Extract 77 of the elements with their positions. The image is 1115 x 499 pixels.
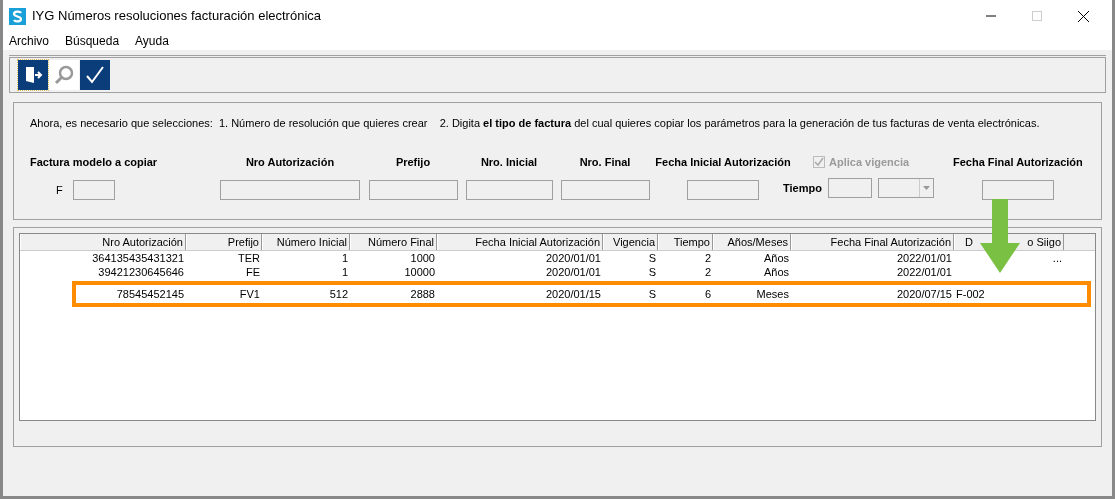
table-cell: 1 [341, 265, 348, 278]
window-title: IYG Números resoluciones facturación electrónica [32, 7, 322, 26]
table-cell: 1 [341, 251, 348, 264]
table-cell: 2020/01/01 [545, 265, 601, 278]
field-label: Nro. Final [579, 154, 631, 170]
checkbox-label: Aplica vigencia [829, 154, 910, 170]
column-header[interactable]: Fecha Final Autorización [791, 234, 954, 250]
table-cell: 2022/01/01 [896, 251, 952, 264]
field-label: Fecha Final Autorización [953, 154, 1083, 170]
input-field[interactable] [560, 180, 650, 200]
column-header[interactable]: Nro Autorización [20, 234, 186, 250]
table-cell: FE [245, 265, 260, 278]
caret-icon [922, 186, 930, 190]
header-text: D [965, 234, 973, 250]
column-header[interactable]: Número Final [350, 234, 437, 250]
table-cell: 512 [329, 287, 348, 300]
table-cell: S [648, 287, 656, 300]
column-header[interactable]: Prefijo [186, 234, 262, 250]
column-header[interactable]: Tiempo [658, 234, 713, 250]
checkmark-icon [84, 64, 106, 86]
instructions-text: Ahora, es necesario que selecciones: 1. Número de resolución que quieres crear 2. Digita el tipo de factura del cual quieres copiar los parámetros para la generación de tus facturas de venta electrónicas. [30, 116, 1041, 131]
table-cell: Años [763, 265, 789, 278]
field-label: F [56, 182, 63, 198]
table-cell: 2888 [410, 287, 435, 300]
table-cell: 1000 [410, 251, 435, 264]
input-field[interactable] [465, 180, 553, 200]
table-cell: 10000 [404, 265, 435, 278]
header-text: o Siigo [1027, 234, 1061, 250]
table-cell: 2 [704, 265, 711, 278]
input-field[interactable] [72, 180, 115, 200]
menu-item[interactable]: Búsqueda [65, 32, 120, 50]
field-label: Nro Autorización [245, 154, 335, 170]
field-label: Fecha Inicial Autorización [655, 154, 791, 170]
table-row[interactable]: 39421230645646 FE 1 10000 2020/01/01 S 2 Años 2022/01/01 [20, 265, 1095, 279]
close-icon [1077, 10, 1089, 22]
dropdown[interactable] [877, 178, 934, 198]
column-header[interactable]: Vigencia [603, 234, 658, 250]
table-cell: ... [1052, 251, 1062, 264]
table-cell: F-002 [956, 287, 985, 300]
door-exit-icon [23, 65, 43, 85]
field-label: Factura modelo a copiar [30, 154, 159, 170]
table-cell: 6 [704, 287, 711, 300]
maximize-icon [1032, 11, 1042, 21]
table-cell: Meses [756, 287, 789, 300]
table-cell: 364135435431321 [92, 251, 184, 264]
column-header[interactable]: Años/Meses [713, 234, 791, 250]
table-cell: 2 [704, 251, 711, 264]
search-icon [53, 64, 75, 86]
table-cell: S [648, 251, 656, 264]
field-label: Prefijo [395, 154, 431, 170]
table-cell: 2022/01/01 [896, 265, 952, 278]
column-header[interactable]: Fecha Inicial Autorización [437, 234, 603, 250]
field-label: Tiempo [783, 180, 822, 196]
menu-item[interactable]: Ayuda [135, 32, 169, 50]
app-logo-icon [9, 7, 26, 25]
table-cell: 2020/01/15 [545, 287, 601, 300]
table-row[interactable]: 364135435431321 TER 1 1000 2020/01/01 S 2 Años 2022/01/01 ... [20, 251, 1095, 265]
column-header[interactable]: Número Inicial [262, 234, 350, 250]
table-cell: 78545452145 [116, 287, 184, 300]
table-cell: Años [763, 251, 789, 264]
accept-button[interactable] [80, 60, 110, 90]
menu-item[interactable]: Archivo [9, 32, 49, 50]
table-cell: FV1 [239, 287, 260, 300]
table-cell: TER [238, 251, 260, 264]
input-field[interactable] [981, 180, 1054, 200]
table-cell: S [648, 265, 656, 278]
table-cell: 2020/01/01 [545, 251, 601, 264]
arrow-icon [980, 199, 1020, 273]
input-field[interactable] [368, 180, 458, 200]
table-cell: 39421230645646 [98, 265, 184, 278]
exit-button[interactable] [18, 60, 48, 90]
table-row[interactable]: 78545452145 FV1 512 2888 2020/01/15 S 6 Meses 2020/07/15 F-002 [76, 285, 1087, 303]
input-field[interactable] [827, 178, 872, 198]
input-field[interactable] [687, 180, 759, 200]
input-field[interactable] [220, 180, 360, 200]
table-cell: 2020/07/15 [896, 287, 952, 300]
field-label: Nro. Inicial [480, 154, 538, 170]
